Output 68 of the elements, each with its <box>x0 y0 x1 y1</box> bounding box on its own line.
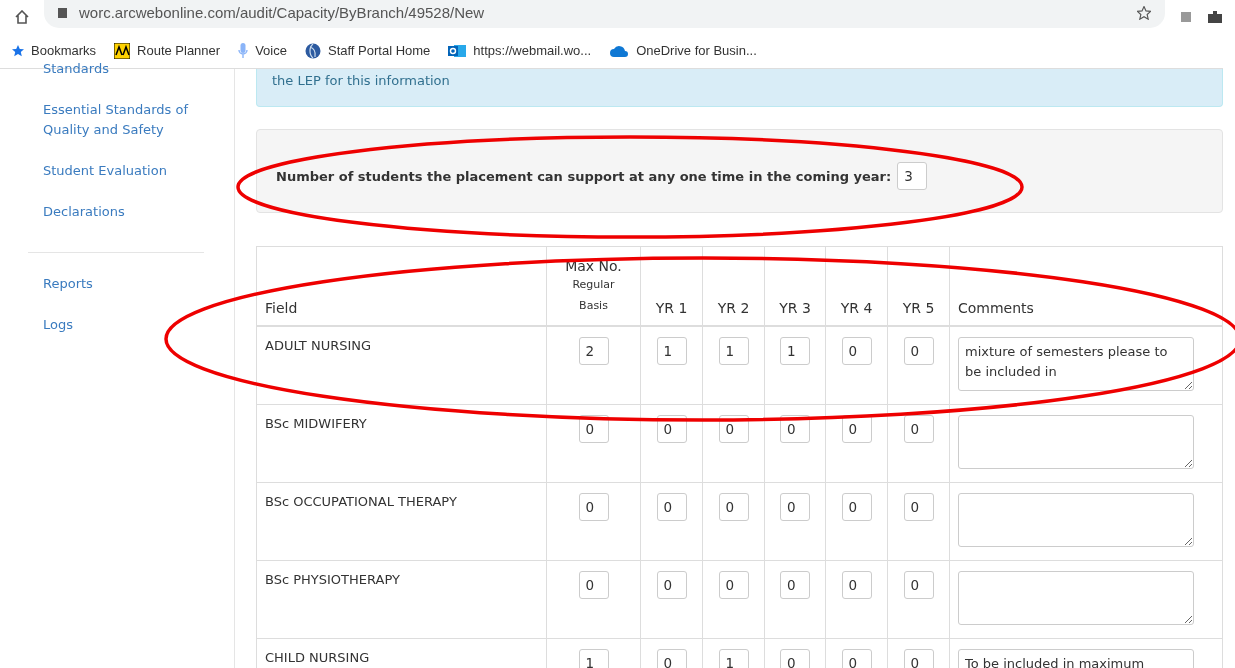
column-header: Comments <box>958 300 1034 316</box>
bookmark-link[interactable]: Staff Portal Home <box>304 42 431 59</box>
count-input[interactable]: 1 <box>718 337 749 365</box>
field-name: ADULT NURSING <box>265 338 372 355</box>
count-input[interactable]: 1 <box>718 649 749 668</box>
bookmark-link[interactable]: Voice <box>238 42 287 59</box>
cloud-icon <box>609 44 630 57</box>
sidebar-link[interactable]: Reports <box>43 274 188 294</box>
count-input[interactable]: 0 <box>903 649 934 668</box>
column-header: YR 5 <box>902 300 935 316</box>
count-input[interactable]: 0 <box>841 649 872 668</box>
capacity-input[interactable]: 3 <box>897 162 928 190</box>
sidebar-link[interactable]: Declarations <box>43 202 188 222</box>
count-input[interactable]: 0 <box>656 571 687 599</box>
star-outline-icon[interactable] <box>1137 5 1151 20</box>
count-input[interactable]: 0 <box>780 493 810 521</box>
count-input[interactable]: 0 <box>780 571 810 599</box>
star-icon <box>12 44 24 57</box>
comment-field[interactable] <box>958 493 1194 547</box>
sidebar-link[interactable]: Student Evaluation <box>43 161 188 181</box>
field-name: BSc MIDWIFERY <box>265 416 367 433</box>
column-header: YR 1 <box>655 300 688 316</box>
field-name: CHILD NURSING <box>265 650 370 667</box>
globe-icon <box>304 42 321 59</box>
count-input[interactable]: 0 <box>903 493 934 521</box>
logo-icon <box>114 42 131 59</box>
comment-field[interactable] <box>958 415 1194 469</box>
bookmark-link[interactable]: OneDrive for Busin... <box>609 43 757 58</box>
column-subheader: Regular Basis <box>571 277 616 314</box>
count-input[interactable]: 0 <box>656 649 687 668</box>
capacity-label: Number of students the placement can support at any one time in the coming year: <box>276 168 892 184</box>
count-input[interactable]: 0 <box>841 493 872 521</box>
field-name: BSc PHYSIOTHERAPY <box>265 572 400 589</box>
count-input[interactable]: 0 <box>718 571 749 599</box>
count-input[interactable]: 1 <box>656 337 687 365</box>
count-input[interactable]: 1 <box>780 337 810 365</box>
count-input[interactable]: 0 <box>903 337 934 365</box>
info-alert: the LEP for this information <box>256 69 1223 107</box>
bookmark-link[interactable]: Bookmarks <box>12 43 97 58</box>
count-input[interactable]: 0 <box>578 493 609 521</box>
bookmark-link[interactable]: https://webmail.wo... <box>448 42 592 59</box>
count-input[interactable]: 2 <box>578 337 609 365</box>
microphone-icon <box>238 42 249 59</box>
mail-icon <box>448 42 467 59</box>
count-input[interactable]: 0 <box>841 571 872 599</box>
column-header: YR 3 <box>779 300 811 316</box>
comment-field[interactable]: mixture of semesters please to be included in <box>958 337 1194 391</box>
column-header: YR 2 <box>717 300 750 316</box>
count-input[interactable]: 0 <box>578 571 609 599</box>
home-icon[interactable] <box>14 9 30 24</box>
count-input[interactable]: 0 <box>841 337 872 365</box>
field-name: BSc OCCUPATIONAL THERAPY <box>265 494 457 511</box>
count-input[interactable]: 0 <box>718 493 749 521</box>
count-input[interactable]: 0 <box>656 493 687 521</box>
sidebar-link[interactable]: Essential Standards of Quality and Safety <box>43 100 188 140</box>
count-input[interactable]: 0 <box>903 571 934 599</box>
comment-field[interactable]: To be included in maximum <box>958 649 1194 668</box>
column-header: YR 4 <box>840 300 873 316</box>
sidebar-link[interactable]: Logs <box>43 315 188 335</box>
address-bar[interactable]: worc.arcwebonline.com/audit/Capacity/ByBranch/49528/New <box>44 0 1165 28</box>
count-input[interactable]: 1 <box>578 649 609 668</box>
count-input[interactable]: 0 <box>903 415 934 443</box>
column-header: Field <box>265 300 298 316</box>
sidebar-link[interactable]: Standards <box>43 59 188 79</box>
bookmark-link[interactable]: Route Planner <box>114 42 221 59</box>
count-input[interactable]: 0 <box>780 649 810 668</box>
column-header: Max No. <box>565 258 622 274</box>
comment-field[interactable] <box>958 571 1194 625</box>
